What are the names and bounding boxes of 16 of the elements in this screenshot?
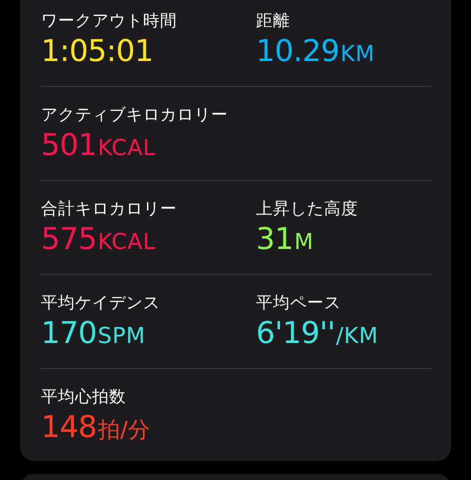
metric-value: 10.29 KM	[256, 33, 375, 71]
metric-value: 148拍/分	[41, 409, 151, 447]
metric-label: 平均ペース	[256, 292, 341, 314]
metric-label: ワークアウト時間	[41, 10, 177, 32]
metric-label: 上昇した高度	[256, 198, 358, 220]
metric-value: 170SPM	[41, 315, 146, 353]
metric-value: 575 KCAL	[41, 221, 156, 259]
metric-value: 31 M	[256, 221, 314, 259]
metric-label: アクティブキロカロリー	[41, 104, 228, 126]
metric-value: 501 KCAL	[41, 127, 156, 165]
metric-label: 合計キロカロリー	[41, 198, 177, 220]
metric-label: 距離	[256, 10, 290, 32]
metric-label: 平均心拍数	[41, 386, 126, 408]
metric-value: 6'19''/KM	[256, 315, 378, 353]
metric-value: 1:05:01	[41, 33, 154, 71]
metric-label: 平均ケイデンス	[41, 292, 160, 314]
